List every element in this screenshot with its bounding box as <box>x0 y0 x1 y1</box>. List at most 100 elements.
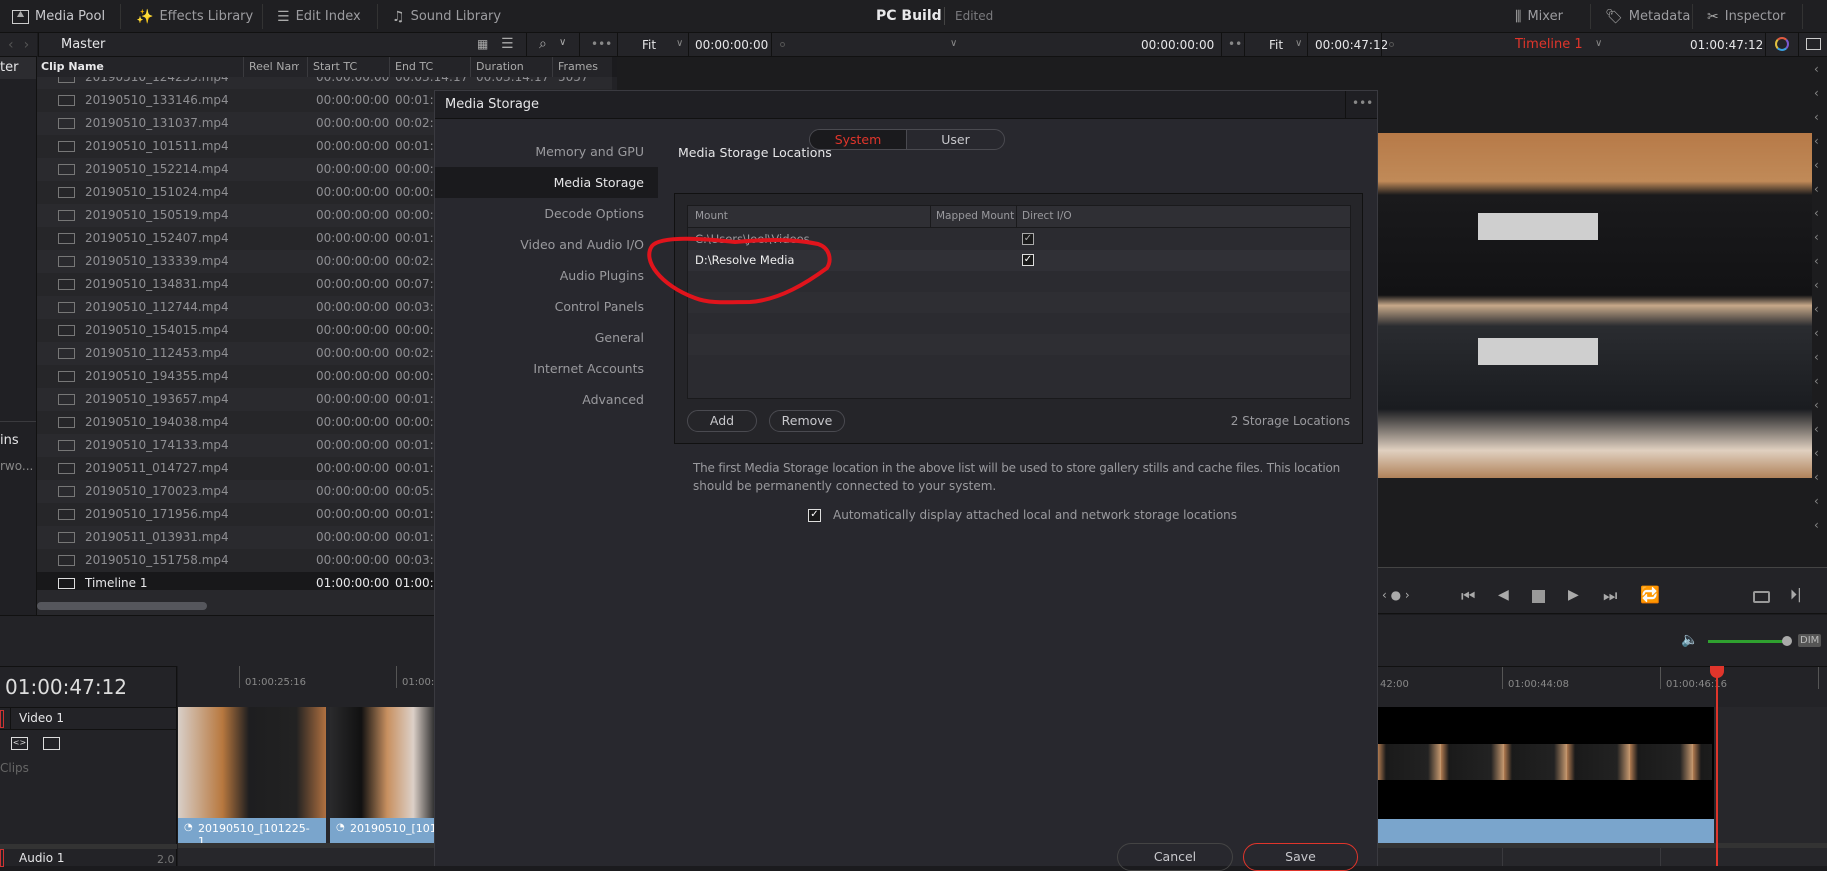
dim-button[interactable]: DIM <box>1798 634 1822 647</box>
more-options-icon[interactable]: ••• <box>1352 96 1373 110</box>
chevron-down-icon[interactable]: ∨ <box>676 38 683 49</box>
clip-name: 20190510_151758.mp4 <box>85 553 229 567</box>
reverse-icon[interactable]: ◀ <box>1498 588 1509 602</box>
more-options-icon[interactable]: ••• <box>591 37 612 51</box>
tab-edit-index[interactable]: ☰ Edit Index <box>277 0 361 33</box>
volume-slider-handle[interactable] <box>1782 636 1792 646</box>
nav-item[interactable]: Memory and GPU <box>435 136 658 167</box>
audio-track-name: Audio 1 <box>19 851 65 865</box>
jog-control[interactable]: ‹ ● › <box>1382 588 1410 602</box>
save-button[interactable]: Save <box>1243 843 1358 871</box>
play-icon[interactable]: ▶ <box>1568 588 1579 602</box>
chevron-down-icon[interactable]: ∨ <box>559 38 566 48</box>
column-end-tc[interactable]: End TC <box>395 60 433 73</box>
speaker-icon[interactable]: 🔈 <box>1681 632 1698 648</box>
column-frames[interactable]: Frames <box>558 60 598 73</box>
chevron-down-icon[interactable]: ∨ <box>1295 38 1302 49</box>
start-tc: 00:00:00:00 <box>316 208 390 222</box>
loop-icon[interactable]: 🔁 <box>1640 587 1660 603</box>
segment-user[interactable]: User <box>907 130 1004 149</box>
video-clip-icon <box>58 77 75 83</box>
auto-select-icon[interactable]: <> <box>11 737 28 750</box>
nav-item[interactable]: Internet Accounts <box>435 353 658 384</box>
source-timecode-right: 00:00:00:00 <box>1141 38 1215 52</box>
tab-media-pool[interactable]: ⛰ Media Pool <box>12 0 105 33</box>
timeline-ruler-right[interactable]: 42:00 01:00:44:08 01:00:46:16 <box>1378 666 1827 707</box>
column-mapped-mount[interactable]: Mapped Mount <box>936 210 1014 222</box>
skip-to-start-icon[interactable]: ⏮ <box>1461 588 1475 604</box>
remove-button[interactable]: Remove <box>769 410 845 432</box>
speed-icon: ◔ <box>336 822 345 833</box>
end-tc: 00:01: <box>395 231 434 245</box>
auto-display-label[interactable]: Automatically display attached local and… <box>833 508 1237 522</box>
start-tc: 00:00:00:00 <box>316 438 390 452</box>
tab-mixer[interactable]: ⫼ Mixer <box>1515 0 1563 33</box>
ruler-label: 01:00:44:08 <box>1508 679 1570 690</box>
video-clip-icon <box>58 371 75 382</box>
video-clip-icon <box>58 348 75 359</box>
nav-item[interactable]: Video and Audio I/O <box>435 229 658 260</box>
tab-sound-library[interactable]: ♫ Sound Library <box>392 0 501 33</box>
clip-name: 20190510_133339.mp4 <box>85 254 229 268</box>
skip-to-end-icon[interactable]: ⏭ <box>1603 588 1617 604</box>
cancel-button[interactable]: Cancel <box>1117 843 1233 871</box>
nav-item[interactable]: Audio Plugins <box>435 260 658 291</box>
horizontal-scrollbar[interactable] <box>37 602 207 610</box>
smart-bin-item[interactable]: rwo... <box>0 459 33 473</box>
direct-io-checkbox[interactable]: ✓ <box>1022 254 1034 266</box>
nav-item[interactable]: Decode Options <box>435 198 658 229</box>
nav-item[interactable]: Media Storage <box>435 167 658 198</box>
end-tc: 00:05: <box>395 484 434 498</box>
color-wheel-icon[interactable] <box>1775 37 1789 51</box>
grid-view-icon[interactable]: ▦ <box>477 38 488 50</box>
column-reel-name[interactable]: Reel Name <box>249 60 299 73</box>
direct-io-checkbox[interactable]: ✓ <box>1022 233 1034 245</box>
column-duration[interactable]: Duration <box>476 60 524 73</box>
forward-arrow-icon[interactable]: › <box>24 38 30 52</box>
volume-slider[interactable] <box>1708 640 1786 643</box>
clips-label: Clips <box>0 761 29 775</box>
timeline-ruler-left[interactable]: 01:00:25:16 01:00: <box>178 666 434 707</box>
chevron-down-icon[interactable]: ∨ <box>1595 38 1602 49</box>
auto-display-checkbox[interactable]: ✓ <box>808 509 821 522</box>
tab-inspector[interactable]: ✂ Inspector <box>1707 0 1785 33</box>
dialog-title: Media Storage <box>445 97 540 112</box>
storage-table-header: Mount Mapped Mount Direct I/O <box>688 206 1350 228</box>
nav-item[interactable]: Advanced <box>435 384 658 415</box>
next-frame-icon[interactable]: ⏵| <box>1790 588 1802 602</box>
storage-count: 2 Storage Locations <box>1230 414 1350 428</box>
timeline-clip[interactable]: ◔ 20190510_[101225-1... <box>178 707 326 848</box>
bin-item-master[interactable]: ter <box>0 60 18 75</box>
nav-item[interactable]: Control Panels <box>435 291 658 322</box>
timeline-clip[interactable] <box>1378 707 1714 843</box>
back-arrow-icon[interactable]: ‹ <box>8 38 14 52</box>
column-mount[interactable]: Mount <box>695 210 728 222</box>
nav-arrows: ‹ › <box>0 33 37 57</box>
video-clip-icon <box>58 164 75 175</box>
add-button[interactable]: Add <box>687 410 757 432</box>
timeline-select[interactable]: Timeline 1 <box>1515 37 1583 52</box>
duration: 00:03:14:17 <box>476 77 550 84</box>
column-clip-name[interactable]: Clip Name <box>41 60 104 73</box>
column-direct-io[interactable]: Direct I/O <box>1022 210 1072 222</box>
list-view-icon[interactable]: ☰ <box>501 37 514 51</box>
clip-row[interactable]: 20190510_124255.mp4 00:00:00:00 00:03:14:1… <box>37 77 612 89</box>
playhead[interactable] <box>1716 666 1718 866</box>
scopes-strip: ‹ ‹ ‹ ‹ ‹ ‹ ‹ ‹ ‹ ‹ ‹ ‹ ‹ ‹ ‹ ‹ ‹ ‹ ‹ ‹ <box>1814 62 1819 532</box>
viewer-mode-icon[interactable] <box>1806 38 1821 50</box>
tab-effects-library[interactable]: ✨ Effects Library <box>136 0 253 33</box>
smart-bins-label: ins <box>0 433 19 448</box>
chevron-down-icon[interactable]: ∨ <box>950 38 957 49</box>
stop-icon[interactable] <box>1532 590 1545 603</box>
column-start-tc[interactable]: Start TC <box>313 60 357 73</box>
tab-metadata[interactable]: 🏷 Metadata <box>1605 0 1690 33</box>
source-zoom-select[interactable]: Fit <box>642 38 656 52</box>
timeline-clip[interactable]: ◔ 20190510_[101 <box>330 707 437 843</box>
program-zoom-select[interactable]: Fit <box>1269 38 1283 52</box>
clip-name: 20190510_152407.mp4 <box>85 231 229 245</box>
clip-thumbnail <box>178 707 326 818</box>
search-icon[interactable]: ⌕ <box>539 37 547 51</box>
track-clips-icon[interactable] <box>43 737 60 750</box>
nav-item[interactable]: General <box>435 322 658 353</box>
fullscreen-icon[interactable] <box>1753 591 1770 603</box>
